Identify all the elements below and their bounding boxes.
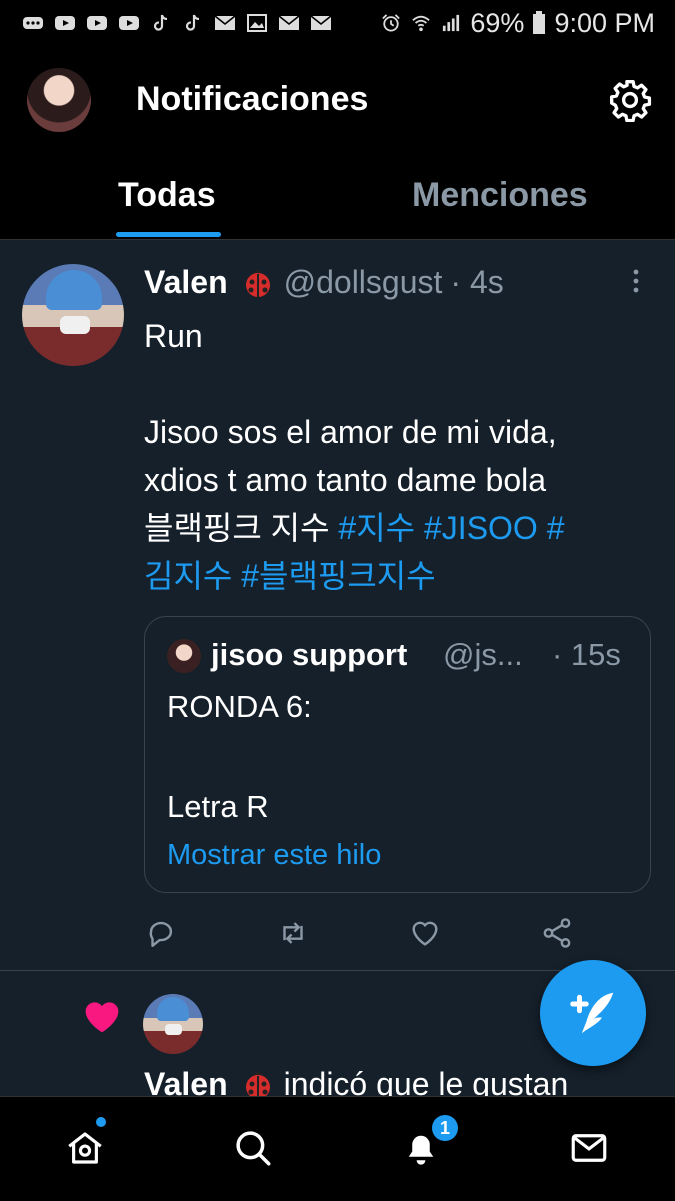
quoted-avatar — [167, 639, 201, 673]
quoted-time: · 15s — [552, 637, 621, 672]
page-title: Notificaciones — [136, 80, 369, 118]
tiktok-icon — [153, 14, 168, 31]
image-icon — [247, 14, 267, 32]
tweet-time: · 4s — [450, 264, 504, 300]
tweet-line: xdios t amo tanto dame bola — [144, 462, 547, 498]
avatar-mask — [60, 316, 90, 334]
retweet-icon[interactable] — [276, 916, 310, 950]
status-notification-icons — [22, 14, 332, 32]
youtube-icon — [119, 16, 139, 30]
battery-percent: 69% — [470, 7, 525, 38]
messages-icon[interactable] — [568, 1127, 610, 1169]
share-icon[interactable] — [540, 916, 574, 950]
tweet-line-hashtags: 블랙핑크 지수 #지수 #JISOO # — [144, 504, 644, 552]
bottom-navigation: 1 — [0, 1096, 675, 1201]
youtube-icon — [55, 16, 75, 30]
home-new-indicator — [96, 1117, 106, 1127]
hashtag-link[interactable]: 김지수 — [144, 558, 232, 594]
compose-icon — [570, 992, 614, 1034]
show-thread-link[interactable]: Mostrar este hilo — [167, 839, 381, 872]
notification-text: Valen indicó que le gustan — [144, 1066, 568, 1096]
quoted-text-line: RONDA 6: — [167, 689, 312, 724]
tweet-actions — [144, 916, 614, 956]
hashtag-link[interactable]: # — [547, 510, 565, 546]
tweet-line: Run — [144, 318, 203, 354]
signal-icon — [443, 14, 460, 32]
heart-icon — [85, 1002, 119, 1033]
tweet-text: Run Jisoo sos el amor de mi vida, xdios … — [144, 312, 644, 600]
compose-tweet-button[interactable] — [540, 960, 646, 1066]
mail-icon — [310, 15, 332, 30]
mail-icon — [214, 15, 236, 30]
notification-message: indicó que le gustan — [283, 1066, 569, 1096]
quoted-author-handle: @js... — [443, 637, 523, 672]
notification-author-name[interactable]: Valen — [144, 1066, 228, 1096]
notifications-badge: 1 — [432, 1115, 458, 1141]
gear-icon[interactable] — [608, 78, 652, 122]
quoted-author-name: jisoo support — [211, 637, 408, 672]
more-icon — [23, 17, 43, 29]
search-icon[interactable] — [232, 1127, 274, 1169]
mail-icon — [278, 15, 300, 30]
tweet-line: Jisoo sos el amor de mi vida, — [144, 414, 557, 450]
clock: 9:00 PM — [554, 7, 655, 38]
tweet-item[interactable]: Valen @dollsgust · 4s Run Jisoo sos el a… — [0, 240, 675, 971]
tweet-author-handle[interactable]: @dollsgust — [284, 264, 443, 301]
avatar-hat — [46, 270, 102, 310]
hashtag-link[interactable]: #JISOO — [424, 510, 538, 546]
avatar[interactable] — [22, 264, 124, 366]
tiktok-icon — [185, 14, 200, 31]
battery-icon — [533, 11, 546, 34]
tweet-korean-text: 블랙핑크 지수 — [144, 510, 339, 546]
wifi-icon — [412, 15, 431, 32]
tab-todas[interactable]: Todas — [118, 176, 216, 215]
reply-icon[interactable] — [144, 916, 178, 950]
youtube-icon — [87, 16, 107, 30]
alarm-icon — [382, 14, 401, 32]
more-options-icon[interactable] — [630, 268, 642, 294]
tweet-header: Valen @dollsgust · 4s — [144, 264, 504, 301]
tab-menciones[interactable]: Menciones — [412, 176, 588, 215]
avatar-hat — [157, 997, 189, 1021]
quoted-tweet[interactable]: jisoo support @js... · 15s RONDA 6: Letr… — [144, 616, 651, 893]
active-tab-indicator — [116, 232, 221, 237]
tweet-author-name[interactable]: Valen — [144, 264, 228, 301]
app-header: Notificaciones Todas Menciones — [0, 46, 675, 240]
tweet-line-hashtags: 김지수 #블랙핑크지수 — [144, 552, 644, 600]
status-system: 69% 9:00 PM — [380, 8, 655, 39]
like-icon[interactable] — [408, 916, 442, 950]
home-icon[interactable] — [64, 1127, 106, 1169]
status-bar: 69% 9:00 PM — [0, 0, 675, 46]
avatar-mask — [165, 1024, 182, 1035]
hashtag-link[interactable]: #블랙핑크지수 — [241, 558, 435, 594]
ladybug-icon — [245, 269, 270, 297]
ladybug-icon — [245, 1071, 270, 1096]
avatar[interactable] — [143, 994, 203, 1054]
quoted-text-line: Letra R — [167, 789, 269, 824]
hashtag-link[interactable]: #지수 — [338, 510, 415, 546]
profile-avatar[interactable] — [27, 68, 91, 132]
